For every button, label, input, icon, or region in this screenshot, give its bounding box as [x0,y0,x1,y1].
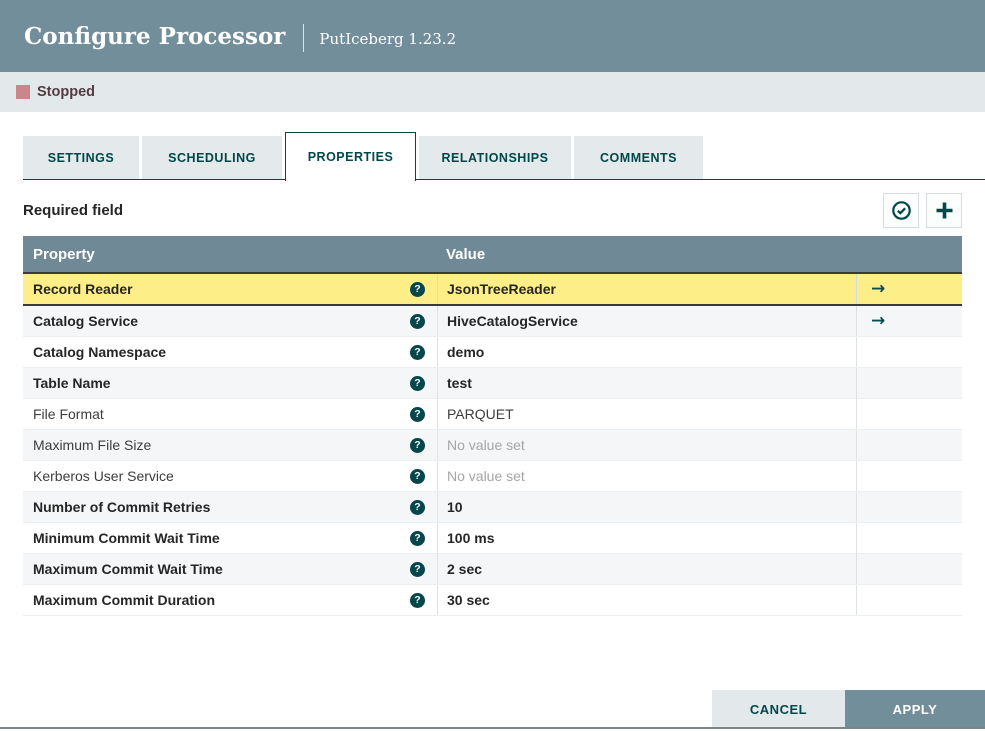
plus-icon [934,200,955,221]
property-value-cell[interactable]: demo [437,337,856,367]
help-question-icon[interactable]: ? [410,344,425,360]
table-header: Property Value [23,236,962,272]
property-name: File Format [33,406,104,422]
property-value-cell[interactable]: No value set [437,461,856,491]
tab-scheduling[interactable]: SCHEDULING [142,136,282,179]
property-name: Kerberos User Service [33,468,174,484]
help-question-icon[interactable]: ? [410,468,425,484]
properties-table: Property Value Record Reader ? JsonTreeR… [23,236,962,616]
verify-properties-button[interactable] [883,192,919,228]
property-row[interactable]: Kerberos User Service ? No value set → [23,461,962,492]
help-question-icon[interactable]: ? [410,281,425,297]
property-name: Catalog Service [33,313,139,329]
property-row[interactable]: Record Reader ? JsonTreeReader → [23,272,962,306]
property-value-cell[interactable]: 10 [437,492,856,522]
property-row[interactable]: Minimum Commit Wait Time ? 100 ms → [23,523,962,554]
title-divider [303,24,305,52]
go-to-service-arrow-icon[interactable]: → [871,312,885,330]
dialog-footer: CANCEL APPLY [712,690,985,728]
column-header-value: Value [446,245,486,263]
property-row[interactable]: Maximum Commit Duration ? 30 sec → [23,585,962,616]
tab-relationships[interactable]: RELATIONSHIPS [419,136,571,179]
stopped-state-icon [16,85,30,99]
help-question-icon[interactable]: ? [410,406,425,422]
property-row[interactable]: Catalog Namespace ? demo → [23,337,962,368]
properties-toolbar: Required field [23,192,962,228]
status-bar: Stopped [0,72,985,112]
property-name: Record Reader [33,281,133,297]
property-row[interactable]: Catalog Service ? HiveCatalogService → [23,306,962,337]
property-name: Minimum Commit Wait Time [33,530,220,546]
property-value-cell[interactable]: 30 sec [437,585,856,615]
property-name: Table Name [33,375,111,391]
status-label: Stopped [37,84,95,100]
property-row[interactable]: Maximum File Size ? No value set → [23,430,962,461]
property-value-cell[interactable]: 100 ms [437,523,856,553]
property-name: Maximum Commit Wait Time [33,561,223,577]
property-row[interactable]: Number of Commit Retries ? 10 → [23,492,962,523]
configure-processor-dialog: Configure Processor PutIceberg 1.23.2 St… [0,0,985,731]
tab-properties[interactable]: PROPERTIES [285,132,416,181]
help-question-icon[interactable]: ? [410,592,425,608]
dialog-header: Configure Processor PutIceberg 1.23.2 [0,0,985,72]
tab-bar: SETTINGS SCHEDULING PROPERTIES RELATIONSHIP… [23,132,985,181]
apply-button[interactable]: APPLY [845,690,985,728]
check-circle-icon [891,200,912,221]
required-field-label: Required field [23,201,124,219]
table-body: Record Reader ? JsonTreeReader → Catalog… [23,272,962,616]
help-question-icon[interactable]: ? [410,499,425,515]
add-property-button[interactable] [926,192,962,228]
property-row[interactable]: Table Name ? test → [23,368,962,399]
column-header-property: Property [33,245,95,263]
property-value-cell[interactable]: test [437,368,856,398]
property-name: Maximum Commit Duration [33,592,216,608]
tab-comments[interactable]: COMMENTS [574,136,703,179]
help-question-icon[interactable]: ? [410,313,425,329]
help-question-icon[interactable]: ? [410,375,425,391]
help-question-icon[interactable]: ? [410,530,425,546]
cancel-button[interactable]: CANCEL [712,690,845,728]
property-name: Catalog Namespace [33,344,167,360]
tab-settings[interactable]: SETTINGS [23,136,139,179]
help-question-icon[interactable]: ? [410,561,425,577]
property-value-cell[interactable]: HiveCatalogService [437,306,856,336]
property-name: Number of Commit Retries [33,499,211,515]
property-value-cell[interactable]: No value set [437,430,856,460]
property-value-cell[interactable]: 2 sec [437,554,856,584]
property-value-cell[interactable]: PARQUET [437,399,856,429]
property-row[interactable]: Maximum Commit Wait Time ? 2 sec → [23,554,962,585]
dialog-title: Configure Processor [24,22,286,50]
help-question-icon[interactable]: ? [410,437,425,453]
go-to-service-arrow-icon[interactable]: → [871,280,885,298]
dialog-bottom-edge [0,727,985,729]
property-name: Maximum File Size [33,437,152,453]
property-row[interactable]: File Format ? PARQUET → [23,399,962,430]
processor-type-version: PutIceberg 1.23.2 [319,29,457,48]
toolbar-buttons [883,192,962,228]
property-value-cell[interactable]: JsonTreeReader [437,274,856,304]
